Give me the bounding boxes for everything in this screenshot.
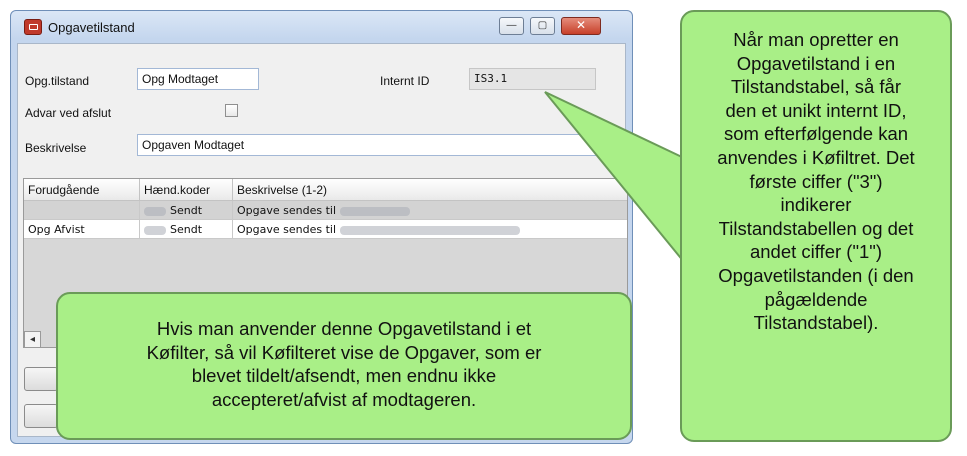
callout-right-line: Tilstandstabel, så får: [730, 76, 901, 98]
callout-right-line: som efterfølgende kan: [723, 123, 909, 145]
callout-right-line: indikerer: [780, 194, 852, 216]
callout-bottom-line: accepteret/afvist af modtageren.: [211, 388, 477, 410]
callout-pointer: [544, 91, 685, 265]
callout-right-line: den et unikt internt ID,: [725, 99, 907, 121]
callout-bottom-line: Hvis man anvender denne Opgavetilstand i…: [156, 318, 532, 339]
callout-bottom-line: Køfilter, så vil Køfilteret vise de Opga…: [146, 341, 542, 363]
callout-bottom-line: blevet tildelt/afsendt, men endnu ikke: [191, 365, 497, 386]
callout-right-line: Opgavetilstand i en: [736, 52, 896, 74]
callout-right-line: anvendes i Køfiltret. Det: [717, 146, 915, 168]
callout-right-line: Når man opretter en: [733, 29, 899, 50]
callout-right-line: pågældende: [764, 288, 868, 310]
callout-right-line: første ciffer ("3"): [749, 170, 883, 192]
callout-right-line: andet ciffer ("1"): [749, 241, 883, 263]
callout-right-line: Tilstandstabellen og det: [718, 217, 914, 239]
callout-right-text: Når man opretter en Opgavetilstand i en …: [680, 28, 952, 335]
callout-right-line: Opgavetilstanden (i den: [718, 264, 914, 286]
callout-right-line: Tilstandstabel).: [753, 312, 879, 334]
callout-bottom-text: Hvis man anvender denne Opgavetilstand i…: [66, 317, 622, 411]
